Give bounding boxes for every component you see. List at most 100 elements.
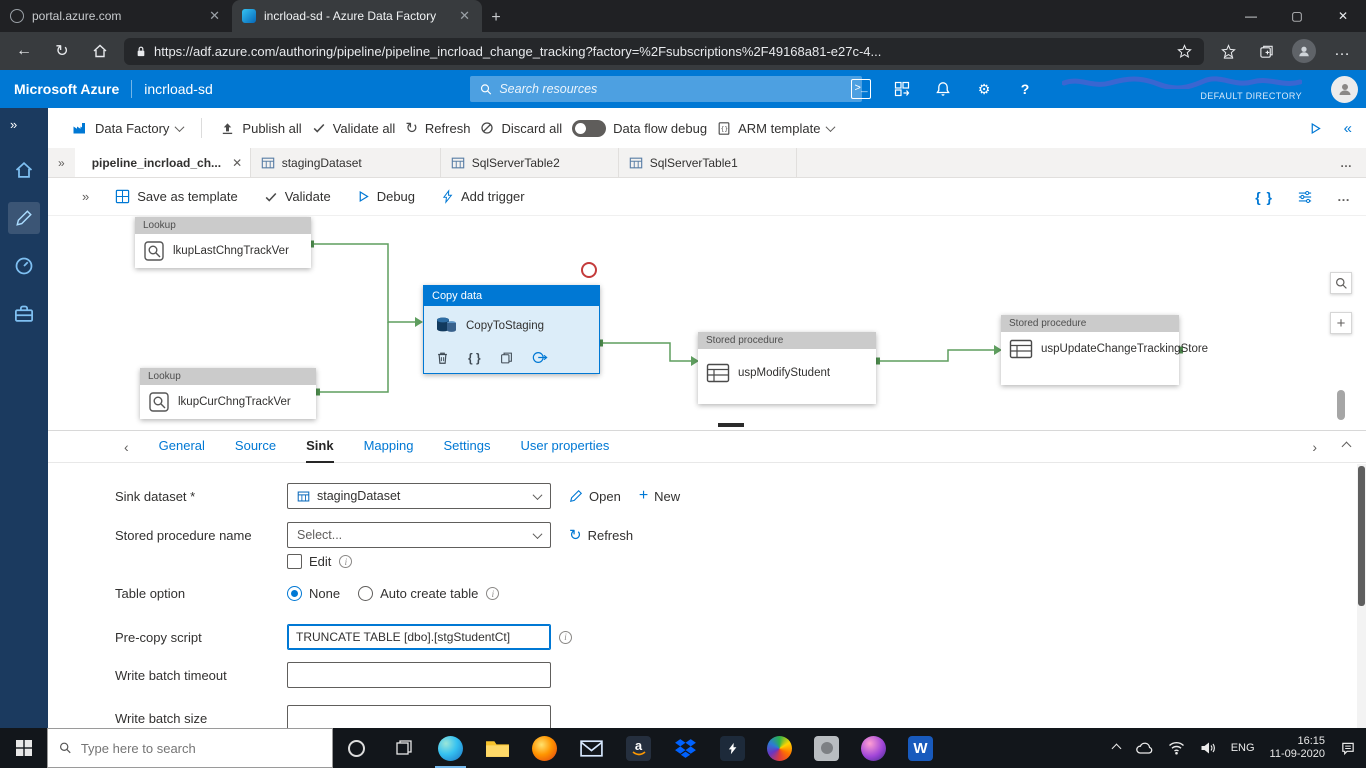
validate-button[interactable]: Validate — [264, 189, 331, 204]
browser-profile-button[interactable] — [1290, 37, 1318, 65]
add-trigger-button[interactable]: Add trigger — [441, 189, 525, 204]
volume-icon[interactable] — [1200, 741, 1216, 755]
taskbar-app-edge[interactable] — [427, 728, 474, 768]
pipeline-canvas[interactable]: Lookup lkupLastChngTrackVer Lookup lkupC… — [48, 216, 1366, 430]
onedrive-cloud-icon[interactable] — [1135, 741, 1153, 755]
back-button[interactable]: ← — [10, 37, 38, 65]
close-tab-icon[interactable]: ✕ — [207, 8, 222, 24]
tab-source[interactable]: Source — [235, 431, 276, 463]
sidebar-item-author[interactable] — [8, 202, 40, 234]
close-window-button[interactable]: ✕ — [1320, 0, 1366, 32]
precopy-script-input[interactable] — [287, 624, 551, 650]
taskbar-app-colorful[interactable] — [756, 728, 803, 768]
tab-list-expand-chevrons[interactable]: » — [48, 148, 75, 177]
resource-search[interactable] — [470, 76, 862, 102]
sidebar-item-manage[interactable] — [8, 298, 40, 330]
taskbar-app-media[interactable] — [850, 728, 897, 768]
validate-all-button[interactable]: Validate all — [312, 121, 395, 136]
search-input[interactable] — [499, 82, 852, 96]
canvas-vertical-scrollbar[interactable] — [1337, 390, 1345, 420]
clone-icon[interactable] — [500, 351, 513, 365]
debug-button[interactable]: Debug — [357, 189, 415, 204]
taskbar-app-mail[interactable] — [568, 728, 615, 768]
tab-user-properties[interactable]: User properties — [520, 431, 609, 463]
cortana-button[interactable] — [333, 728, 380, 768]
tab-overflow-button[interactable]: … — [1326, 148, 1366, 177]
tabs-scroll-left-chevron[interactable]: ‹ — [124, 439, 129, 455]
close-tab-icon[interactable]: ✕ — [457, 8, 472, 24]
azure-brand[interactable]: Microsoft Azure — [14, 81, 119, 97]
sidebar-item-home[interactable] — [8, 154, 40, 186]
zoom-in-button[interactable]: + — [1330, 312, 1352, 334]
zoom-fit-button[interactable] — [1330, 272, 1352, 294]
sidebar-expand-chevrons[interactable]: » — [0, 117, 17, 132]
clock[interactable]: 16:15 11-09-2020 — [1270, 735, 1325, 761]
sidebar-item-monitor[interactable] — [8, 250, 40, 282]
info-icon[interactable]: i — [339, 555, 353, 568]
maximize-button[interactable]: ▢ — [1274, 0, 1320, 32]
taskbar-app-word[interactable]: W — [897, 728, 944, 768]
tab-sqlservertable1[interactable]: SqlServerTable1 — [618, 148, 797, 177]
discard-all-button[interactable]: Discard all — [480, 121, 562, 136]
url-bar[interactable]: https://adf.azure.com/authoring/pipeline… — [124, 37, 1204, 65]
account-avatar[interactable] — [1331, 75, 1358, 103]
browser-menu-button[interactable]: … — [1328, 37, 1356, 65]
code-view-icon[interactable]: { } — [1255, 189, 1273, 205]
activity-node-sp-update[interactable]: Stored procedure uspUpdateChangeTracking… — [1001, 315, 1208, 385]
favorites-button[interactable] — [1214, 37, 1242, 65]
code-braces-icon[interactable]: { } — [468, 351, 481, 365]
data-flow-debug-toggle[interactable]: Data flow debug — [572, 119, 707, 137]
tab-staging-dataset[interactable]: stagingDataset — [250, 148, 441, 177]
tab-mapping[interactable]: Mapping — [364, 431, 414, 463]
taskbar-app-file-explorer[interactable] — [474, 728, 521, 768]
browser-tab-adf[interactable]: incrload-sd - Azure Data Factory ✕ — [232, 0, 482, 32]
activity-node-sp-modify[interactable]: Stored procedure uspModifyStudent — [698, 332, 876, 404]
refresh-button[interactable]: ↻ Refresh — [405, 119, 470, 137]
more-options-button[interactable]: … — [1337, 189, 1350, 204]
publish-all-button[interactable]: Publish all — [220, 121, 302, 136]
taskbar-app-gray[interactable] — [803, 728, 850, 768]
toggle-switch[interactable] — [572, 119, 607, 137]
account-info[interactable]: DEFAULT DIRECTORY — [1062, 76, 1302, 102]
table-option-auto-radio[interactable] — [358, 586, 374, 601]
activity-node-copy[interactable]: Copy data CopyToStaging { } — [423, 285, 600, 374]
activity-node-lookup-cur[interactable]: Lookup lkupCurChngTrackVer — [140, 368, 316, 419]
action-center-icon[interactable] — [1340, 741, 1356, 756]
close-tab-icon[interactable]: ✕ — [232, 156, 242, 170]
minimize-button[interactable]: — — [1228, 0, 1274, 32]
delete-icon[interactable] — [436, 351, 449, 365]
info-icon[interactable]: i — [559, 630, 572, 644]
taskbar-search-input[interactable] — [80, 740, 321, 756]
new-tab-button[interactable]: + — [482, 4, 510, 32]
tabs-scroll-right-chevron[interactable]: › — [1312, 439, 1317, 455]
collapse-panel-chevrons[interactable]: « — [1344, 120, 1352, 137]
tab-settings[interactable]: Settings — [443, 431, 490, 463]
start-button[interactable] — [0, 728, 47, 768]
table-option-none-radio[interactable] — [287, 586, 302, 601]
collapse-panel-chevron[interactable] — [1341, 441, 1352, 452]
write-batch-size-input[interactable] — [287, 705, 551, 728]
taskbar-app-amazon[interactable]: a — [615, 728, 662, 768]
canvas-horizontal-scrollbar[interactable] — [718, 423, 744, 427]
tab-sink[interactable]: Sink — [306, 431, 334, 463]
add-output-icon[interactable] — [532, 350, 548, 365]
task-view-button[interactable] — [380, 728, 427, 768]
play-icon[interactable] — [1309, 122, 1322, 135]
hidden-icons-chevron[interactable] — [1111, 743, 1122, 753]
taskbar-app-dropbox[interactable] — [662, 728, 709, 768]
panel-scrollbar[interactable] — [1357, 464, 1366, 728]
directory-filter-icon[interactable] — [892, 79, 912, 99]
refresh-procedures-button[interactable]: ↻ Refresh — [569, 526, 633, 544]
tab-pipeline[interactable]: pipeline_incrload_ch... ✕ — [74, 148, 251, 177]
settings-sliders-icon[interactable] — [1297, 190, 1313, 204]
browser-tab-portal[interactable]: portal.azure.com ✕ — [0, 0, 232, 32]
notifications-bell-icon[interactable] — [933, 79, 953, 99]
collections-button[interactable] — [1252, 37, 1280, 65]
taskbar-app-firefox[interactable] — [521, 728, 568, 768]
sink-dataset-dropdown[interactable]: stagingDataset — [287, 483, 551, 509]
data-factory-menu[interactable]: Data Factory — [72, 120, 185, 136]
network-wifi-icon[interactable] — [1168, 741, 1185, 755]
settings-gear-icon[interactable]: ⚙ — [974, 79, 994, 99]
info-icon[interactable]: i — [486, 587, 500, 600]
open-dataset-button[interactable]: Open — [569, 489, 621, 504]
